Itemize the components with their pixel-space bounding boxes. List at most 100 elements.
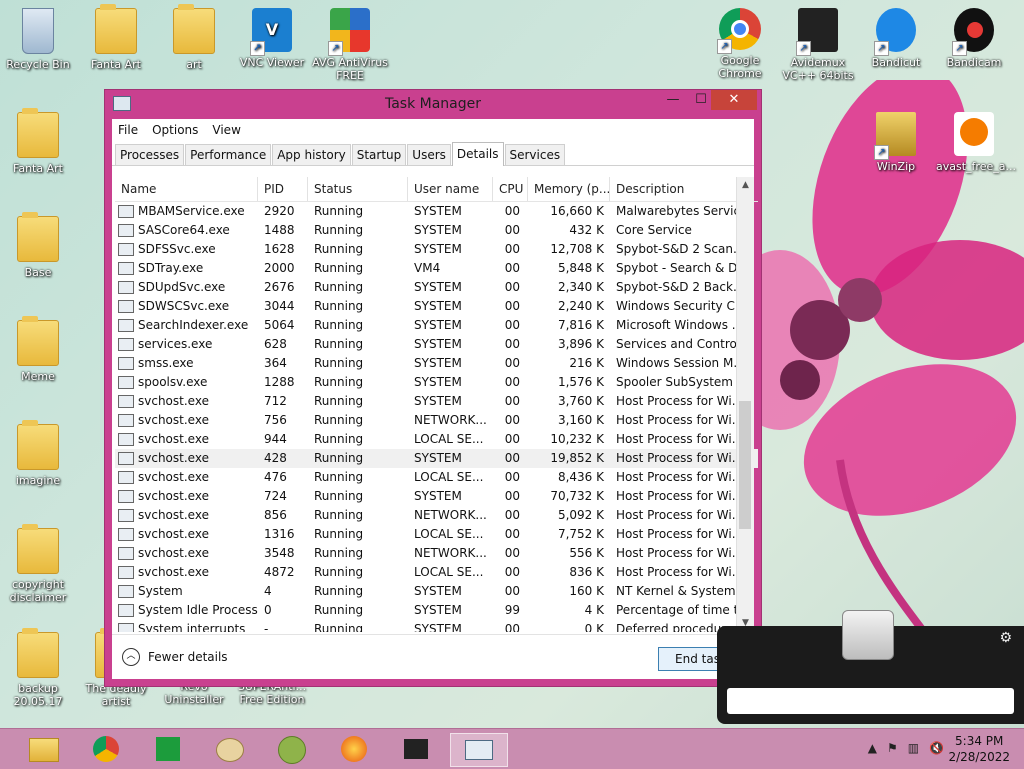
desktop-icon-bandicut[interactable]: Bandicut bbox=[858, 8, 934, 69]
table-row[interactable]: svchost.exe 712 Running SYSTEM 00 3,760 K Host… bbox=[115, 392, 758, 411]
process-user: LOCAL SE... bbox=[414, 470, 484, 484]
table-row[interactable]: System 4 Running SYSTEM 00 160 K NT Kernel & S… bbox=[115, 582, 758, 601]
scroll-up-icon[interactable]: ▲ bbox=[737, 177, 754, 194]
close-button[interactable]: ✕ bbox=[711, 90, 757, 110]
desktop-icon-fanta-art[interactable]: Fanta Art bbox=[78, 4, 154, 71]
gear-icon[interactable]: ⚙ bbox=[999, 630, 1012, 646]
desktop-icon-recycle-bin[interactable]: Recycle Bin bbox=[0, 8, 76, 71]
table-row[interactable]: svchost.exe 1316 Running LOCAL SE... 00 7,752… bbox=[115, 525, 758, 544]
process-user: NETWORK... bbox=[414, 413, 487, 427]
taskbar-clock[interactable]: 5:34 PM 2/28/2022 bbox=[948, 733, 1010, 765]
table-row[interactable]: svchost.exe 428 Running SYSTEM 00 19,852 K Hos… bbox=[115, 449, 758, 468]
desktop-icon-base[interactable]: Base bbox=[0, 212, 76, 279]
desktop-icon-label: Base bbox=[24, 266, 52, 279]
table-row[interactable]: SASCore64.exe 1488 Running SYSTEM 00 432 K Cor… bbox=[115, 221, 758, 240]
process-status: Running bbox=[314, 565, 364, 579]
show-hidden-icons-icon[interactable]: ▲ bbox=[868, 741, 877, 755]
process-pid: 756 bbox=[264, 413, 287, 427]
process-cpu: 00 bbox=[504, 318, 520, 332]
tab-services[interactable]: Services bbox=[504, 144, 566, 165]
process-name: MBAMService.exe bbox=[115, 202, 258, 221]
table-row[interactable]: System Idle Process 0 Running SYSTEM 99 4 K Pe… bbox=[115, 601, 758, 620]
task-manager-icon[interactable] bbox=[450, 733, 508, 767]
firefox-icon[interactable] bbox=[334, 733, 374, 765]
tab-performance[interactable]: Performance bbox=[185, 144, 272, 165]
file-explorer-icon[interactable] bbox=[24, 733, 64, 765]
column-header-pid[interactable]: PID bbox=[258, 177, 308, 201]
desktop-icon-avast[interactable]: avast_free_a... bbox=[936, 112, 1016, 173]
table-row[interactable]: SDWSCSvc.exe 3044 Running SYSTEM 00 2,240 K Wi… bbox=[115, 297, 758, 316]
fewer-details-button[interactable]: ︿ Fewer details bbox=[122, 648, 228, 666]
chrome-icon[interactable] bbox=[86, 733, 126, 765]
process-status: Running bbox=[314, 508, 364, 522]
desktop-icon-art[interactable]: art bbox=[156, 4, 232, 71]
desktop-icon-winzip[interactable]: WinZip bbox=[858, 112, 934, 173]
menu-view[interactable]: View bbox=[212, 123, 240, 137]
process-pid: 5064 bbox=[264, 318, 295, 332]
table-row[interactable]: spoolsv.exe 1288 Running SYSTEM 00 1,576 K Spo… bbox=[115, 373, 758, 392]
column-header-memory[interactable]: Memory (p... bbox=[528, 177, 610, 201]
volume-muted-icon[interactable]: 🔇 bbox=[929, 741, 944, 755]
desktop-icon-backup[interactable]: backup 20.05.17 bbox=[0, 628, 76, 708]
table-row[interactable]: SearchIndexer.exe 5064 Running SYSTEM 00 7,81… bbox=[115, 316, 758, 335]
table-row[interactable]: svchost.exe 856 Running NETWORK... 00 5,092 K… bbox=[115, 506, 758, 525]
table-row[interactable]: MBAMService.exe 2920 Running SYSTEM 00 16,660… bbox=[115, 202, 758, 221]
tab-app-history[interactable]: App history bbox=[272, 144, 351, 165]
table-row[interactable]: System interrupts - Running SYSTEM 00 0 K Defe… bbox=[115, 620, 758, 632]
paint-icon[interactable] bbox=[210, 733, 250, 765]
table-row[interactable]: SDUpdSvc.exe 2676 Running SYSTEM 00 2,340 K Sp… bbox=[115, 278, 758, 297]
scrollbar-thumb[interactable] bbox=[739, 401, 751, 529]
table-row[interactable]: SDTray.exe 2000 Running VM4 00 5,848 K Spybot … bbox=[115, 259, 758, 278]
table-row[interactable]: services.exe 628 Running SYSTEM 00 3,896 K Ser… bbox=[115, 335, 758, 354]
process-name: System interrupts bbox=[115, 620, 258, 632]
desktop-icon-label: Bandicam bbox=[946, 56, 1002, 69]
desktop-icon-label: VNC Viewer bbox=[239, 56, 305, 69]
process-pid: 628 bbox=[264, 337, 287, 351]
action-center-flag-icon[interactable]: ⚑ bbox=[887, 741, 898, 755]
table-row[interactable]: svchost.exe 4872 Running LOCAL SE... 00 836 K… bbox=[115, 563, 758, 582]
table-row[interactable]: svchost.exe 944 Running LOCAL SE... 00 10,232… bbox=[115, 430, 758, 449]
process-name-text: SDTray.exe bbox=[138, 261, 204, 275]
desktop-icon-google-chrome[interactable]: Google Chrome bbox=[702, 8, 778, 80]
gadget-input[interactable] bbox=[727, 688, 1014, 714]
table-row[interactable]: svchost.exe 3548 Running NETWORK... 00 556 K H… bbox=[115, 544, 758, 563]
menu-options[interactable]: Options bbox=[152, 123, 198, 137]
clapper-icon[interactable] bbox=[396, 733, 436, 765]
tab-startup[interactable]: Startup bbox=[351, 144, 407, 165]
desktop-icon-avidemux[interactable]: Avidemux VC++ 64bits bbox=[780, 8, 856, 82]
process-name: svchost.exe bbox=[115, 449, 258, 468]
table-row[interactable]: svchost.exe 476 Running LOCAL SE... 00 8,436 … bbox=[115, 468, 758, 487]
desktop-icon-bandicam[interactable]: Bandicam bbox=[936, 8, 1012, 69]
store-icon[interactable] bbox=[148, 733, 188, 765]
process-icon bbox=[118, 262, 134, 275]
table-row[interactable]: smss.exe 364 Running SYSTEM 00 216 K Windows S… bbox=[115, 354, 758, 373]
tab-users[interactable]: Users bbox=[407, 144, 451, 165]
game-icon[interactable] bbox=[272, 733, 312, 765]
task-manager-window[interactable]: Task Manager — ☐ ✕ File Options View Pro… bbox=[104, 89, 762, 687]
menu-file[interactable]: File bbox=[118, 123, 138, 137]
column-header-status[interactable]: Status bbox=[308, 177, 408, 201]
process-icon bbox=[118, 547, 134, 560]
desktop-icon-copyright-disclaimer[interactable]: copyright disclaimer bbox=[0, 524, 76, 604]
desktop-icon-vnc-viewer[interactable]: V VNC Viewer bbox=[234, 8, 310, 69]
minimize-button[interactable]: — bbox=[659, 90, 687, 110]
column-header-name[interactable]: Name bbox=[115, 177, 258, 201]
desktop-icon-imagine[interactable]: imagine bbox=[0, 420, 76, 487]
desktop-icon-meme[interactable]: Meme bbox=[0, 316, 76, 383]
process-icon bbox=[118, 566, 134, 579]
column-header-user-name[interactable]: User name bbox=[408, 177, 493, 201]
table-row[interactable]: svchost.exe 724 Running SYSTEM 00 70,732 K Hos… bbox=[115, 487, 758, 506]
desktop-icon-fanta-art-2[interactable]: Fanta Art bbox=[0, 108, 76, 175]
vertical-scrollbar[interactable]: ▲ ▼ bbox=[736, 177, 754, 632]
gadget-knob[interactable] bbox=[842, 610, 894, 660]
column-header-description[interactable]: Description bbox=[610, 177, 738, 201]
column-header-cpu[interactable]: CPU bbox=[493, 177, 528, 201]
table-row[interactable]: SDFSSvc.exe 1628 Running SYSTEM 00 12,708 K Sp… bbox=[115, 240, 758, 259]
table-row[interactable]: svchost.exe 756 Running NETWORK... 00 3,160 K… bbox=[115, 411, 758, 430]
process-description: Host Process for Wi... bbox=[616, 489, 738, 503]
tab-processes[interactable]: Processes bbox=[115, 144, 185, 165]
network-icon[interactable]: ▥ bbox=[908, 741, 919, 755]
tab-details[interactable]: Details bbox=[451, 142, 504, 166]
title-bar[interactable]: Task Manager — ☐ ✕ bbox=[105, 90, 761, 118]
desktop-icon-avg[interactable]: AVG AntiVirus FREE bbox=[312, 8, 388, 82]
